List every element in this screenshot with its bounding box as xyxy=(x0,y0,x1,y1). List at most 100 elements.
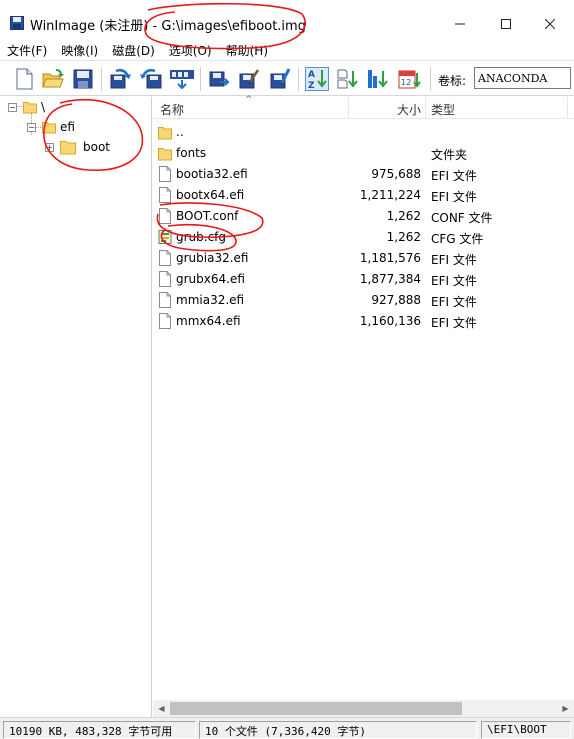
menu-disk[interactable]: 磁盘(D) xyxy=(105,40,162,60)
folder-icon xyxy=(60,141,76,155)
column-divider[interactable] xyxy=(567,97,568,119)
expand-icon[interactable]: + xyxy=(45,142,54,152)
file-type: CFG 文件 xyxy=(431,232,484,246)
list-item-fonts[interactable]: fonts 文件夹 xyxy=(153,142,574,163)
file-icon xyxy=(159,271,171,287)
sort-by-size-button[interactable] xyxy=(365,66,391,92)
file-icon xyxy=(159,292,171,308)
format-button[interactable] xyxy=(169,66,195,92)
save-icon xyxy=(73,69,93,89)
file-type: EFI 文件 xyxy=(431,316,477,330)
folder-icon xyxy=(23,102,37,114)
list-item-parent[interactable]: .. xyxy=(153,121,574,142)
column-header-type[interactable]: 类型 xyxy=(431,101,455,118)
file-size: 1,262 xyxy=(386,230,421,244)
sort-by-type-button[interactable] xyxy=(335,66,361,92)
list-item-file[interactable]: BOOT.conf 1,262 CONF 文件 xyxy=(153,205,574,226)
read-disk-button[interactable] xyxy=(107,66,133,92)
file-icon xyxy=(159,250,171,266)
new-document-icon xyxy=(16,68,33,90)
file-type: EFI 文件 xyxy=(431,169,477,183)
file-list[interactable]: 名称 ^ 大小 类型 .. fonts 文件夹 bootia32.efi 975… xyxy=(153,95,574,717)
list-header: 名称 ^ 大小 类型 xyxy=(153,95,574,119)
list-item-file[interactable]: mmx64.efi 1,160,136 EFI 文件 xyxy=(153,310,574,331)
toolbar: A Z 12 卷标: xyxy=(0,60,574,96)
file-size: 975,688 xyxy=(371,167,421,181)
column-header-name[interactable]: 名称 xyxy=(160,101,184,118)
tree-node-efi[interactable]: − efi xyxy=(27,117,75,137)
file-name: fonts xyxy=(176,146,207,160)
column-header-size[interactable]: 大小 xyxy=(397,101,421,118)
menu-help[interactable]: 帮助(H) xyxy=(219,40,275,60)
title-bar: WinImage (未注册) - G:\images\efiboot.img xyxy=(0,0,574,40)
extract-button[interactable] xyxy=(206,66,232,92)
close-icon xyxy=(545,19,555,29)
folder-icon xyxy=(42,122,56,134)
file-type: EFI 文件 xyxy=(431,190,477,204)
file-size: 1,262 xyxy=(386,209,421,223)
collapse-icon[interactable]: − xyxy=(8,102,17,112)
tree-label-boot: boot xyxy=(83,140,111,154)
horizontal-scrollbar[interactable]: ◀ ▶ xyxy=(153,700,574,717)
sort-by-name-button[interactable]: A Z xyxy=(304,66,330,92)
sort-size-icon xyxy=(368,70,388,88)
file-name: bootx64.efi xyxy=(176,188,245,202)
edit-button[interactable] xyxy=(267,66,293,92)
window-title: WinImage (未注册) - G:\images\efiboot.img xyxy=(30,15,306,34)
floppy-disk-icon xyxy=(10,16,24,30)
tree-node-boot[interactable]: + boot xyxy=(45,137,110,157)
save-button[interactable] xyxy=(70,66,96,92)
minimize-button[interactable] xyxy=(440,10,480,38)
collapse-icon[interactable]: − xyxy=(27,122,36,132)
inject-icon xyxy=(239,69,260,89)
open-folder-icon xyxy=(42,69,64,88)
format-disk-icon xyxy=(170,70,194,90)
new-image-button[interactable] xyxy=(11,66,37,92)
toolbar-separator xyxy=(200,67,201,91)
chevron-left-icon: ◀ xyxy=(158,704,165,713)
file-icon xyxy=(159,166,171,182)
scroll-right-button[interactable]: ▶ xyxy=(557,700,574,717)
file-name: grubx64.efi xyxy=(176,272,245,286)
svg-text:12: 12 xyxy=(401,78,411,87)
read-disk-icon xyxy=(110,68,131,89)
tree-node-root[interactable]: − \ xyxy=(8,97,45,117)
file-size: 1,181,576 xyxy=(359,251,421,265)
list-item-file[interactable]: bootia32.efi 975,688 EFI 文件 xyxy=(153,163,574,184)
volume-label-field[interactable] xyxy=(474,67,571,89)
list-item-file[interactable]: grubia32.efi 1,181,576 EFI 文件 xyxy=(153,247,574,268)
menu-image[interactable]: 映像(I) xyxy=(54,40,105,60)
maximize-icon xyxy=(501,19,511,29)
menu-options[interactable]: 选项(O) xyxy=(162,40,219,60)
open-button[interactable] xyxy=(40,66,66,92)
list-item-file[interactable]: grub.cfg 1,262 CFG 文件 xyxy=(153,226,574,247)
file-name: grubia32.efi xyxy=(176,251,249,265)
menu-file[interactable]: 文件(F) xyxy=(0,40,54,60)
sort-by-date-button[interactable]: 12 xyxy=(396,66,422,92)
list-item-file[interactable]: grubx64.efi 1,877,384 EFI 文件 xyxy=(153,268,574,289)
list-item-file[interactable]: bootx64.efi 1,211,224 EFI 文件 xyxy=(153,184,574,205)
file-name: bootia32.efi xyxy=(176,167,248,181)
chevron-right-icon: ▶ xyxy=(562,704,569,713)
folder-tree[interactable]: − \ − efi + boot xyxy=(0,97,152,717)
file-type: EFI 文件 xyxy=(431,295,477,309)
tree-label-efi: efi xyxy=(60,120,75,134)
svg-text:A: A xyxy=(308,70,315,80)
column-divider[interactable] xyxy=(348,97,349,119)
folder-icon xyxy=(158,127,172,140)
config-file-icon xyxy=(158,230,172,244)
inject-button[interactable] xyxy=(236,66,262,92)
maximize-button[interactable] xyxy=(486,10,526,38)
scroll-left-button[interactable]: ◀ xyxy=(153,700,170,717)
file-name: .. xyxy=(176,125,184,139)
scrollbar-thumb[interactable] xyxy=(170,702,462,715)
list-item-file[interactable]: mmia32.efi 927,888 EFI 文件 xyxy=(153,289,574,310)
column-divider[interactable] xyxy=(425,97,426,119)
write-disk-button[interactable] xyxy=(138,66,164,92)
close-button[interactable] xyxy=(530,10,570,38)
file-type: EFI 文件 xyxy=(431,253,477,267)
tree-label-root: \ xyxy=(41,100,46,114)
file-icon xyxy=(159,313,171,329)
status-current-path: \EFI\BOOT xyxy=(481,721,571,739)
app-name: WinImage (未注册) - xyxy=(30,19,162,34)
